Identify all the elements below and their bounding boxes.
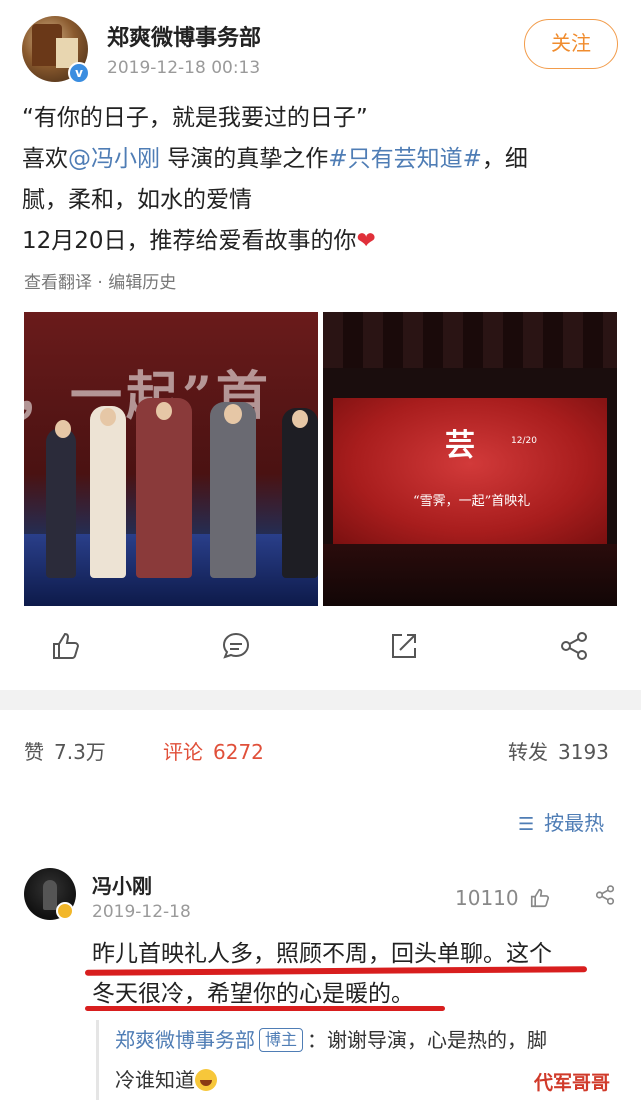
post-text: “有你的日子，就是我要过的日子” 喜欢@冯小刚 导演的真挚之作#只有芸知道#，细… xyxy=(22,98,622,262)
post-header: v 郑爽微博事务部 2019-12-18 00:13 关注 xyxy=(0,0,641,90)
reply-author[interactable]: 郑爽微博事务部 xyxy=(115,1028,255,1052)
heart-emoji-icon: ❤ xyxy=(356,228,376,254)
comment-like-icon xyxy=(530,888,550,908)
comment-like-count: 10110 xyxy=(455,886,519,910)
mention-link[interactable]: @冯小刚 xyxy=(68,146,160,172)
comment-like-button[interactable]: 10110 xyxy=(455,886,551,910)
likes-tab[interactable]: 赞 7.3万 xyxy=(24,736,106,765)
comments-count: 6272 xyxy=(213,740,264,764)
comments-tab[interactable]: 评论 6272 xyxy=(163,736,264,765)
highlight-underline xyxy=(85,1006,445,1011)
author-name[interactable]: 郑爽微博事务部 xyxy=(107,20,261,52)
repost-icon[interactable] xyxy=(388,630,428,670)
edit-history-link[interactable]: 编辑历史 xyxy=(108,273,176,293)
laughing-emoji-icon xyxy=(195,1069,217,1091)
sort-hot-button[interactable]: ☰ 按最热 xyxy=(518,807,604,836)
post-line-2: 喜欢@冯小刚 导演的真挚之作#只有芸知道#，细 xyxy=(22,146,528,172)
post-action-bar xyxy=(0,620,641,680)
section-divider xyxy=(0,690,641,710)
reposts-count: 3193 xyxy=(558,740,609,764)
like-icon[interactable] xyxy=(50,630,90,670)
share-icon[interactable] xyxy=(558,630,598,670)
comment-time: 2019-12-18 xyxy=(92,902,191,922)
cinema-screen: 芸 12/20 “雪霁，一起”首映礼 xyxy=(333,398,607,544)
translate-link[interactable]: 查看翻译 xyxy=(24,273,92,293)
verified-badge-icon: v xyxy=(68,62,90,84)
post-line-3: 腻，柔和，如水的爱情 xyxy=(22,187,252,213)
follow-button[interactable]: 关注 xyxy=(524,19,618,69)
likes-count: 7.3万 xyxy=(54,740,106,764)
post-line-4: 12月20日，推荐给爱看故事的你❤ xyxy=(22,228,376,254)
stats-bar: 赞 7.3万 评论 6272 转发 3193 xyxy=(0,730,641,770)
hashtag-link[interactable]: #只有芸知道# xyxy=(328,146,482,172)
comment-share-icon[interactable] xyxy=(594,884,616,910)
watermark: 代军哥哥 xyxy=(534,1072,611,1094)
vip-badge-icon xyxy=(56,902,74,920)
author-tag: 博主 xyxy=(259,1028,304,1052)
commenter-name[interactable]: 冯小刚 xyxy=(92,870,152,899)
post-time: 2019-12-18 00:13 xyxy=(107,58,261,78)
reposts-tab[interactable]: 转发 3193 xyxy=(508,736,609,765)
post-meta: 查看翻译 · 编辑历史 xyxy=(24,273,177,293)
photo-premiere-stage[interactable]: ，一起”首 xyxy=(24,312,318,606)
post-line-1: “有你的日子，就是我要过的日子” xyxy=(22,105,368,131)
comment-icon[interactable] xyxy=(220,630,260,670)
sort-icon: ☰ xyxy=(518,814,535,835)
photo-premiere-screen[interactable]: 芸 12/20 “雪霁，一起”首映礼 xyxy=(323,312,617,606)
